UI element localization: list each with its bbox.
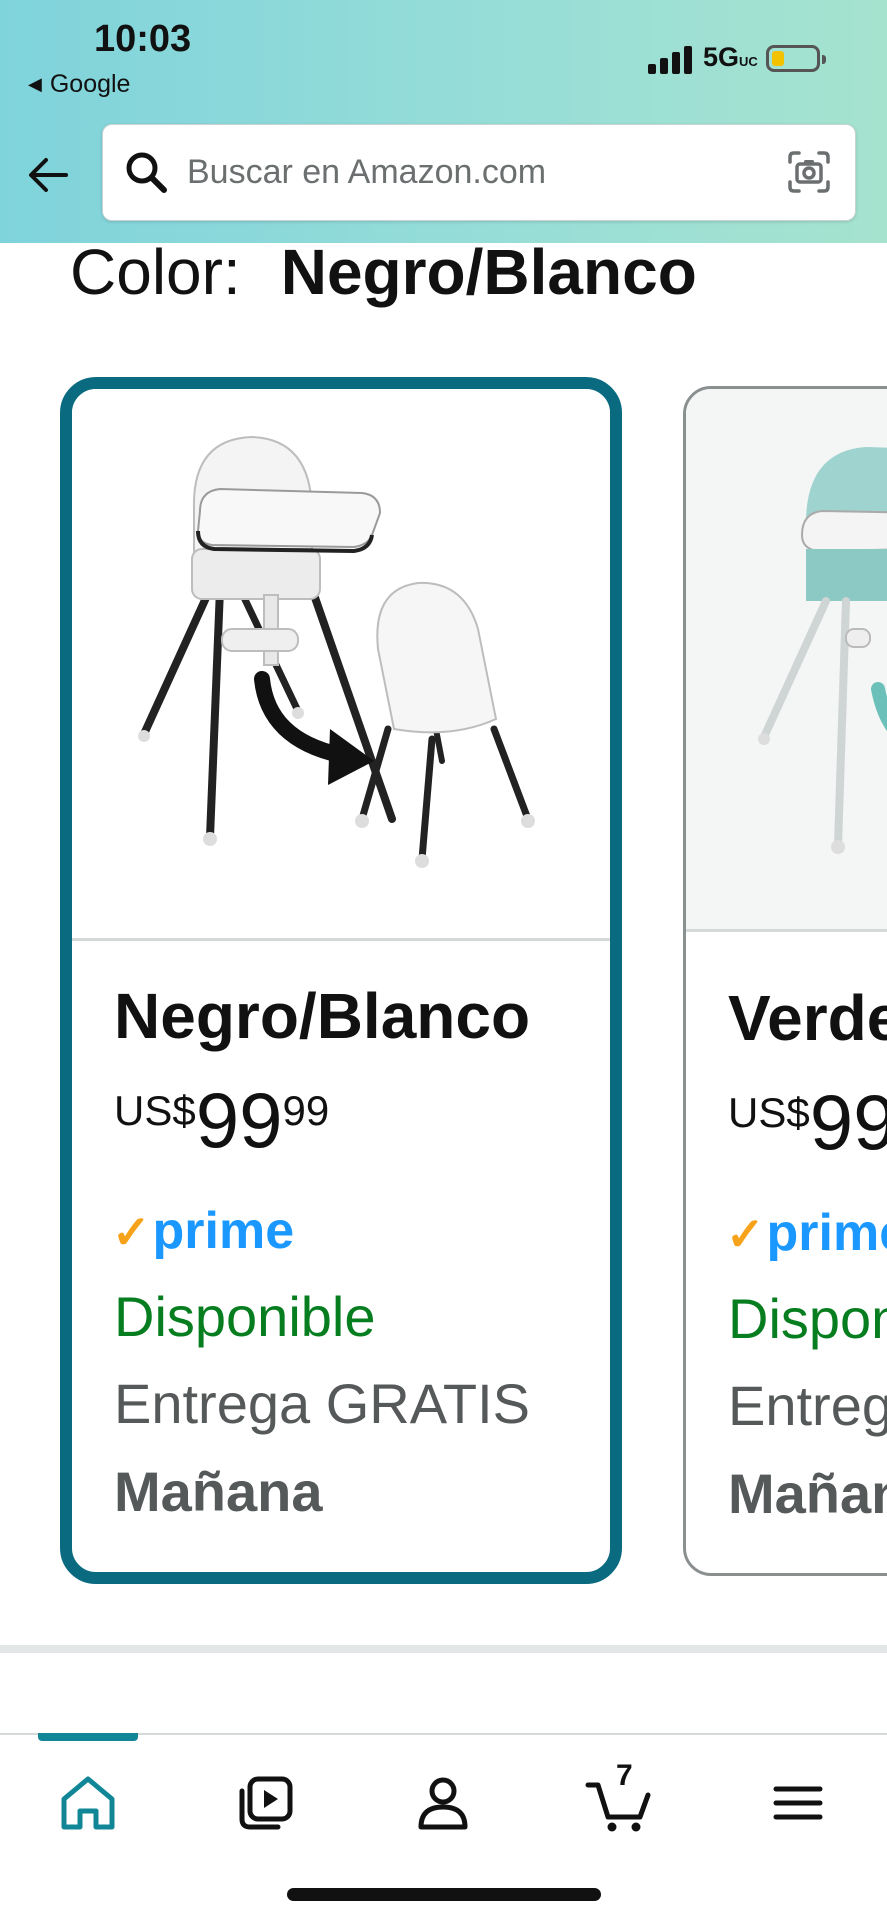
back-triangle-icon: ◀ [28,74,42,94]
high-chair-image [758,447,887,854]
back-arrow-icon[interactable] [26,152,72,198]
delivery-day: Mañana [728,1462,887,1525]
search-icon [126,152,167,193]
camera-search-icon[interactable] [787,150,831,194]
variant-card[interactable]: Verde US$9999 ✓prime Disponible Entrega … [683,386,887,1576]
delivery-text: Entrega GRATIS [114,1372,531,1435]
back-app-label: Google [49,70,131,98]
variant-card-selected[interactable]: Negro/Blanco US$9999 ✓prime Disponible E… [60,377,622,1584]
availability-text: Disponible [728,1287,887,1350]
section-divider [0,1645,887,1653]
availability-text: Disponible [114,1285,376,1348]
menu-icon[interactable] [760,1765,836,1841]
home-icon[interactable] [50,1765,126,1841]
cart-count-badge: 7 [616,1759,633,1792]
search-input[interactable]: Buscar en Amazon.com [102,124,856,221]
color-selected-value: Negro/Blanco [280,236,697,308]
high-chair-image [138,435,535,868]
product-image [72,389,610,941]
product-image [686,389,887,932]
account-icon[interactable] [405,1765,481,1841]
prime-check-icon: ✓ [726,1208,765,1260]
prime-check-icon: ✓ [112,1206,151,1258]
variant-name: Verde [728,982,887,1054]
home-indicator [287,1888,601,1901]
delivery-text: Entrega GRATIS [728,1374,887,1437]
status-time: 10:03 [94,18,192,60]
prime-badge: ✓prime [726,1204,887,1262]
back-to-app-link[interactable]: ◀ Google [28,70,130,99]
cart-icon[interactable]: 7 [582,1759,658,1841]
prime-badge: ✓prime [112,1202,295,1260]
signal-icon [648,44,694,74]
battery-icon [766,45,826,72]
video-icon[interactable] [228,1765,304,1841]
active-tab-indicator [38,1733,138,1741]
variant-price: US$9999 [114,1076,330,1164]
variant-price: US$9999 [728,1078,887,1166]
color-label: Color: [70,236,241,308]
variant-name: Negro/Blanco [114,980,531,1052]
header: 10:03 ◀ Google 5GUC Buscar en Amazon.com [0,0,887,243]
delivery-day: Mañana [114,1460,323,1523]
color-selector-heading: Color: Negro/Blanco [70,235,697,309]
search-placeholder: Buscar en Amazon.com [187,153,547,191]
network-indicator: 5GUC [703,42,758,72]
